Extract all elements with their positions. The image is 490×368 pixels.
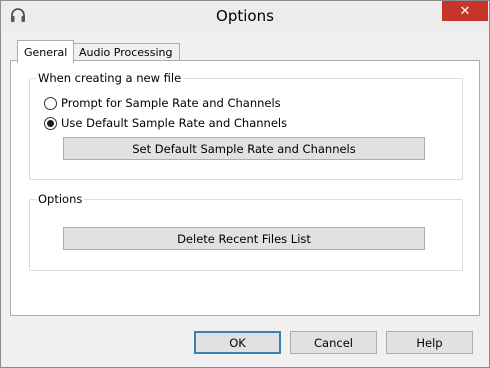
new-file-group: When creating a new file Prompt for Samp…: [29, 71, 463, 180]
help-button-label: Help: [416, 335, 443, 350]
title-bar[interactable]: Options ✕: [1, 1, 489, 32]
radio-checked-icon[interactable]: [44, 116, 57, 130]
use-default-sample-rate-label: Use Default Sample Rate and Channels: [61, 116, 288, 130]
tab-general[interactable]: General: [17, 40, 75, 63]
dialog-footer: OK Cancel Help: [2, 322, 488, 367]
new-file-group-legend: When creating a new file: [36, 71, 184, 85]
use-default-sample-rate-option[interactable]: Use Default Sample Rate and Channels: [44, 116, 287, 130]
window-title: Options: [216, 7, 274, 25]
help-button[interactable]: Help: [386, 331, 473, 354]
close-icon: ✕: [459, 3, 471, 19]
tab-audio-processing[interactable]: Audio Processing: [72, 43, 180, 61]
set-default-sample-rate-button-label: Set Default Sample Rate and Channels: [132, 141, 356, 156]
ok-button-label: OK: [229, 335, 246, 350]
radio-unchecked-icon[interactable]: [44, 96, 57, 110]
tab-general-label: General: [24, 45, 68, 59]
options-group-legend: Options: [36, 192, 85, 206]
delete-recent-files-button-label: Delete Recent Files List: [177, 231, 311, 246]
ok-button[interactable]: OK: [194, 331, 281, 354]
prompt-sample-rate-option[interactable]: Prompt for Sample Rate and Channels: [44, 96, 281, 110]
prompt-sample-rate-label: Prompt for Sample Rate and Channels: [61, 96, 281, 110]
close-button[interactable]: ✕: [442, 1, 488, 21]
cancel-button-label: Cancel: [314, 335, 353, 350]
options-dialog: Options ✕ General Audio Processing When …: [0, 0, 490, 368]
cancel-button[interactable]: Cancel: [290, 331, 377, 354]
options-group: Options Delete Recent Files List: [29, 192, 463, 271]
delete-recent-files-button[interactable]: Delete Recent Files List: [63, 227, 425, 250]
general-tab-panel: When creating a new file Prompt for Samp…: [10, 60, 480, 316]
tab-audio-processing-label: Audio Processing: [79, 46, 173, 59]
set-default-sample-rate-button[interactable]: Set Default Sample Rate and Channels: [63, 137, 425, 160]
